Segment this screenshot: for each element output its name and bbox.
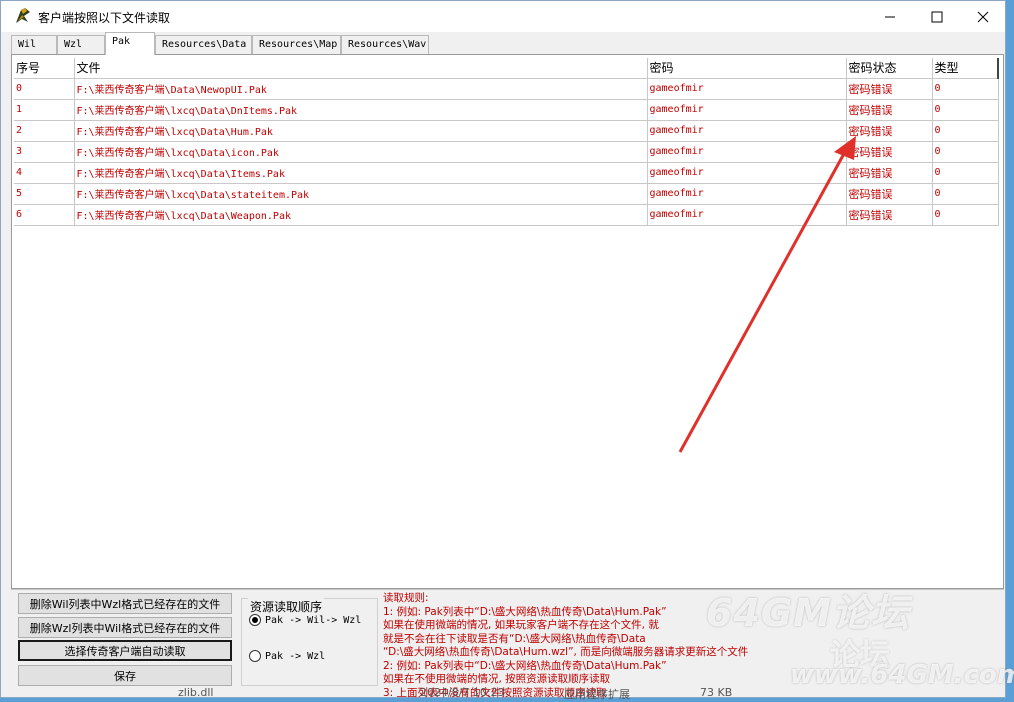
pak-list-panel: 序号 文件 密码 密码状态 类型 0 F:\莱西传奇客户端\Data\Newop… [11,54,1004,589]
cell-status: 密码错误 [846,141,933,163]
tab-resources-data[interactable]: Resources\Data [155,35,252,54]
radio-unselected-icon[interactable] [249,650,261,662]
rules-line: “D:\盛大网络\热血传奇\Data\Hum.wzl”, 而是向微端服务器请求更… [383,646,749,658]
rules-line: 如果在不使用微端的情况, 按照资源读取顺序读取 [383,673,611,685]
cell-type: 0 [932,183,999,205]
cell-password: gameofmir [647,183,847,205]
cell-status: 密码错误 [846,120,933,142]
cell-status: 密码错误 [846,99,933,121]
radio-option-pak-wzl[interactable]: Pak -> Wzl [249,650,325,662]
close-icon [977,11,989,22]
rules-line: 如果在使用微端的情况, 如果玩家客户端不存在这个文件, 就 [383,619,659,631]
background-file-name: zlib.dll [178,686,214,699]
cell-file: F:\莱西传奇客户端\lxcq\Data\icon.Pak [74,141,648,163]
delete-wil-duplicates-button[interactable]: 删除Wil列表中Wzl格式已经存在的文件 [18,593,232,614]
cell-file: F:\莱西传奇客户端\Data\NewopUI.Pak [74,78,648,100]
background-file-size: 73 KB [700,686,733,699]
cell-password: gameofmir [647,141,847,163]
cell-file: F:\莱西传奇客户端\lxcq\Data\DnItems.Pak [74,99,648,121]
table-row[interactable]: 6 F:\莱西传奇客户端\lxcq\Data\Weapon.Pak gameof… [14,204,999,226]
rules-line: 就是不会在往下读取是否有“D:\盛大网络\热血传奇\Data [383,632,646,645]
cell-status: 密码错误 [846,162,933,184]
radio-label: Pak -> Wil-> Wzl [265,614,362,626]
radio-label: Pak -> Wzl [265,650,326,662]
cell-file: F:\莱西传奇客户端\lxcq\Data\Weapon.Pak [74,204,648,226]
tab-pak[interactable]: Pak [105,32,155,55]
cell-status: 密码错误 [846,183,933,205]
cell-type: 0 [932,162,999,184]
maximize-icon [931,11,943,22]
close-button[interactable] [960,1,1006,32]
table-row[interactable]: 1 F:\莱西传奇客户端\lxcq\Data\DnItems.Pak gameo… [14,99,999,121]
window-title: 客户端按照以下文件读取 [38,11,171,25]
table-row[interactable]: 5 F:\莱西传奇客户端\lxcq\Data\stateitem.Pak gam… [14,183,999,205]
column-header-password[interactable]: 密码 [647,58,847,79]
cell-index: 5 [14,183,75,205]
column-header-file[interactable]: 文件 [74,58,648,79]
tab-resources-wav[interactable]: Resources\Wav [341,35,429,54]
tab-wil[interactable]: Wil [11,35,57,54]
radio-selected-icon[interactable] [249,614,261,626]
cell-type: 0 [932,120,999,142]
cell-type: 0 [932,204,999,226]
rules-line: 1: 例如: Pak列表中“D:\盛大网络\热血传奇\Data\Hum.Pak” [383,605,667,618]
cell-index: 1 [14,99,75,121]
table-row[interactable]: 3 F:\莱西传奇客户端\lxcq\Data\icon.Pak gameofmi… [14,141,999,163]
background-file-kind: 应用程序扩展 [564,688,630,701]
app-icon [16,8,30,23]
cell-password: gameofmir [647,99,847,121]
cell-status: 密码错误 [846,78,933,100]
cell-index: 0 [14,78,75,100]
title-bar[interactable]: 客户端按照以下文件读取 [1,1,1005,32]
cell-index: 6 [14,204,75,226]
pak-file-table: 序号 文件 密码 密码状态 类型 0 F:\莱西传奇客户端\Data\Newop… [14,58,999,226]
save-button[interactable]: 保存 [18,665,232,686]
cell-file: F:\莱西传奇客户端\lxcq\Data\Items.Pak [74,162,648,184]
minimize-icon [885,16,895,17]
main-window: 客户端按照以下文件读取 Wil Wzl Pak Resources\Data R… [0,0,1006,699]
column-header-password-status[interactable]: 密码状态 [846,58,933,79]
resource-order-title: 资源读取顺序 [248,598,325,615]
column-header-type[interactable]: 类型 [932,58,999,79]
cell-password: gameofmir [647,78,847,100]
cell-type: 0 [932,78,999,100]
table-header-row: 序号 文件 密码 密码状态 类型 [14,58,999,79]
bottom-controls: 删除Wil列表中Wzl格式已经存在的文件 删除Wzl列表中Wil格式已经存在的文… [11,589,1004,699]
rules-line: 读取规则: [383,592,429,604]
cell-type: 0 [932,99,999,121]
cell-password: gameofmir [647,162,847,184]
column-header-index[interactable]: 序号 [14,58,75,79]
cell-status: 密码错误 [846,204,933,226]
cell-index: 2 [14,120,75,142]
minimize-button[interactable] [867,1,913,32]
cell-password: gameofmir [647,204,847,226]
table-row[interactable]: 4 F:\莱西传奇客户端\lxcq\Data\Items.Pak gameofm… [14,162,999,184]
cell-file: F:\莱西传奇客户端\lxcq\Data\Hum.Pak [74,120,648,142]
tab-wzl[interactable]: Wzl [57,35,105,54]
tab-resources-map[interactable]: Resources\Map [252,35,341,54]
rules-line: 2: 例如: Pak列表中“D:\盛大网络\热血传奇\Data\Hum.Pak” [383,659,667,672]
delete-wzl-duplicates-button[interactable]: 删除Wzl列表中Wil格式已经存在的文件 [18,617,232,638]
auto-read-client-button[interactable]: 选择传奇客户端自动读取 [18,640,232,661]
background-file-row: zlib.dll 2024/8/7 10:23 应用程序扩展 73 KB [140,686,840,701]
table-row[interactable]: 2 F:\莱西传奇客户端\lxcq\Data\Hum.Pak gameofmir… [14,120,999,142]
read-rules-text: 读取规则: 1: 例如: Pak列表中“D:\盛大网络\热血传奇\Data\Hu… [383,592,983,700]
background-file-date: 2024/8/7 10:23 [420,686,505,699]
cell-index: 3 [14,141,75,163]
cell-file: F:\莱西传奇客户端\lxcq\Data\stateitem.Pak [74,183,648,205]
cell-type: 0 [932,141,999,163]
cell-index: 4 [14,162,75,184]
cell-password: gameofmir [647,120,847,142]
radio-option-pak-wil-wzl[interactable]: Pak -> Wil-> Wzl [249,614,361,626]
table-row[interactable]: 0 F:\莱西传奇客户端\Data\NewopUI.Pak gameofmir … [14,78,999,100]
maximize-button[interactable] [914,1,960,32]
